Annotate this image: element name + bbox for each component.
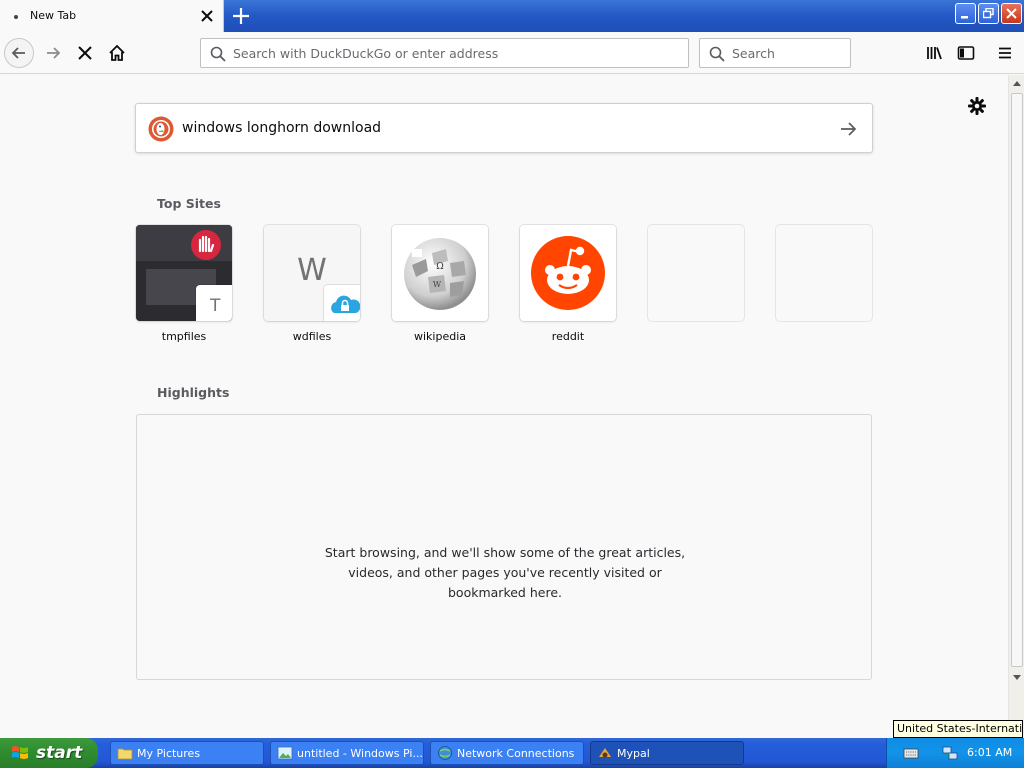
back-button[interactable] bbox=[4, 38, 34, 68]
top-site-wdfiles[interactable]: W wdfiles bbox=[264, 225, 360, 343]
search-icon bbox=[709, 46, 725, 62]
go-arrow-icon[interactable] bbox=[838, 119, 858, 139]
top-site-placeholder-tile bbox=[648, 225, 744, 321]
sidebar-icon bbox=[957, 46, 975, 60]
taskbar-item-label: Mypal bbox=[617, 746, 650, 760]
close-icon bbox=[1006, 8, 1017, 19]
search-bar-placeholder: Search bbox=[732, 46, 775, 61]
wikipedia-globe-icon: Ω W bbox=[404, 238, 476, 310]
folder-icon bbox=[117, 748, 133, 760]
navigation-toolbar: Search with DuckDuckGo or enter address … bbox=[0, 32, 1024, 74]
start-button[interactable]: start bbox=[0, 738, 98, 768]
tab-title: New Tab bbox=[30, 9, 77, 22]
top-site-reddit[interactable]: reddit bbox=[520, 225, 616, 343]
address-bar-placeholder: Search with DuckDuckGo or enter address bbox=[233, 46, 499, 61]
windows-flag-icon bbox=[12, 746, 28, 759]
taskbar-item-label: untitled - Windows Pi... bbox=[297, 746, 423, 760]
stop-icon bbox=[78, 46, 92, 60]
scroll-down-button[interactable] bbox=[1009, 670, 1024, 686]
top-site-tile: T bbox=[136, 225, 232, 321]
keyboard-language-icon[interactable] bbox=[903, 745, 919, 761]
vertical-scrollbar[interactable] bbox=[1008, 75, 1024, 738]
search-bar[interactable]: Search bbox=[699, 38, 851, 68]
windows-taskbar: start My Pictures untitled - Windows Pi.… bbox=[0, 738, 1024, 768]
wdfiles-badge bbox=[324, 285, 360, 321]
taskbar-item-mypal[interactable]: Mypal bbox=[590, 741, 744, 765]
new-tab-page: windows longhorn download Top Sites T tm… bbox=[0, 75, 1008, 738]
taskbar-item-windows-picture-viewer[interactable]: untitled - Windows Pi... bbox=[270, 741, 424, 765]
tab-strip: New Tab bbox=[0, 0, 1024, 32]
scroll-down-arrow-icon bbox=[1013, 675, 1021, 680]
library-icon bbox=[927, 47, 942, 60]
highlights-empty-state: Start browsing, and we'll show some of t… bbox=[136, 414, 872, 680]
top-sites-heading: Top Sites bbox=[157, 196, 221, 211]
forward-button[interactable] bbox=[38, 38, 68, 68]
minimize-button[interactable] bbox=[955, 3, 976, 24]
top-site-tile: W bbox=[264, 225, 360, 321]
mypal-browser-icon bbox=[599, 748, 611, 758]
top-site-empty[interactable] bbox=[648, 225, 744, 330]
highlights-message: Start browsing, and we'll show some of t… bbox=[324, 545, 686, 600]
taskbar-item-label: My Pictures bbox=[137, 746, 201, 760]
loading-indicator-icon bbox=[14, 15, 18, 19]
scrollbar-thumb[interactable] bbox=[1011, 93, 1023, 667]
library-button[interactable] bbox=[920, 38, 950, 68]
top-site-tile: Ω W bbox=[392, 225, 488, 321]
scroll-up-arrow-icon bbox=[1013, 81, 1021, 86]
duckduckgo-logo-icon bbox=[148, 116, 174, 142]
language-tooltip: United States-International bbox=[893, 720, 1023, 738]
system-tray: 6:01 AM bbox=[886, 738, 1024, 768]
picture-viewer-icon bbox=[277, 746, 293, 760]
menu-button[interactable] bbox=[990, 38, 1020, 68]
top-site-empty[interactable] bbox=[776, 225, 872, 330]
cloud-lock-icon bbox=[331, 295, 360, 313]
network-connections-icon bbox=[438, 746, 452, 760]
back-arrow-icon bbox=[11, 47, 25, 59]
taskbar-item-my-pictures[interactable]: My Pictures bbox=[110, 741, 264, 765]
taskbar-item-network-connections[interactable]: Network Connections bbox=[430, 741, 584, 765]
duckduckgo-search-box[interactable]: windows longhorn download bbox=[135, 103, 873, 153]
top-site-label: wikipedia bbox=[413, 330, 466, 343]
network-tray-icon[interactable] bbox=[941, 744, 959, 762]
start-label: start bbox=[36, 743, 83, 763]
search-query-text: windows longhorn download bbox=[182, 120, 382, 136]
address-bar[interactable]: Search with DuckDuckGo or enter address bbox=[200, 38, 689, 68]
top-site-wikipedia[interactable]: Ω W wikipedia bbox=[392, 225, 488, 343]
hamburger-menu-icon bbox=[999, 47, 1011, 59]
svg-text:W: W bbox=[433, 280, 442, 289]
restore-button[interactable] bbox=[978, 3, 999, 24]
top-site-placeholder-tile bbox=[776, 225, 872, 321]
tmpfiles-badge-letter: T bbox=[210, 296, 221, 316]
sidebar-button[interactable] bbox=[951, 38, 981, 68]
wdfiles-tile-letter: W bbox=[297, 253, 327, 288]
close-window-button[interactable] bbox=[1001, 3, 1022, 24]
new-tab-plus-icon[interactable] bbox=[230, 5, 252, 27]
restore-icon bbox=[983, 8, 994, 19]
stop-button[interactable] bbox=[70, 38, 100, 68]
search-icon bbox=[210, 46, 226, 62]
reddit-logo-icon bbox=[531, 236, 605, 310]
home-button[interactable] bbox=[102, 38, 132, 68]
forward-arrow-icon bbox=[47, 47, 61, 59]
home-icon bbox=[109, 44, 125, 61]
scroll-up-button[interactable] bbox=[1009, 75, 1024, 91]
top-site-label: wdfiles bbox=[292, 330, 332, 343]
gear-icon[interactable] bbox=[966, 95, 988, 117]
top-site-label: reddit bbox=[551, 330, 585, 343]
svg-text:Ω: Ω bbox=[436, 262, 443, 272]
minimize-icon bbox=[961, 16, 968, 19]
top-site-tile bbox=[520, 225, 616, 321]
top-site-label: tmpfiles bbox=[161, 330, 207, 343]
tab-close-icon[interactable] bbox=[198, 7, 216, 25]
clock: 6:01 AM bbox=[967, 746, 1013, 759]
top-site-tmpfiles[interactable]: T tmpfiles bbox=[136, 225, 232, 343]
highlights-heading: Highlights bbox=[157, 385, 230, 400]
tab-new-tab[interactable]: New Tab bbox=[0, 0, 224, 32]
tmpfiles-badge: T bbox=[196, 285, 232, 321]
window-controls bbox=[955, 3, 1022, 24]
taskbar-item-label: Network Connections bbox=[457, 746, 575, 760]
